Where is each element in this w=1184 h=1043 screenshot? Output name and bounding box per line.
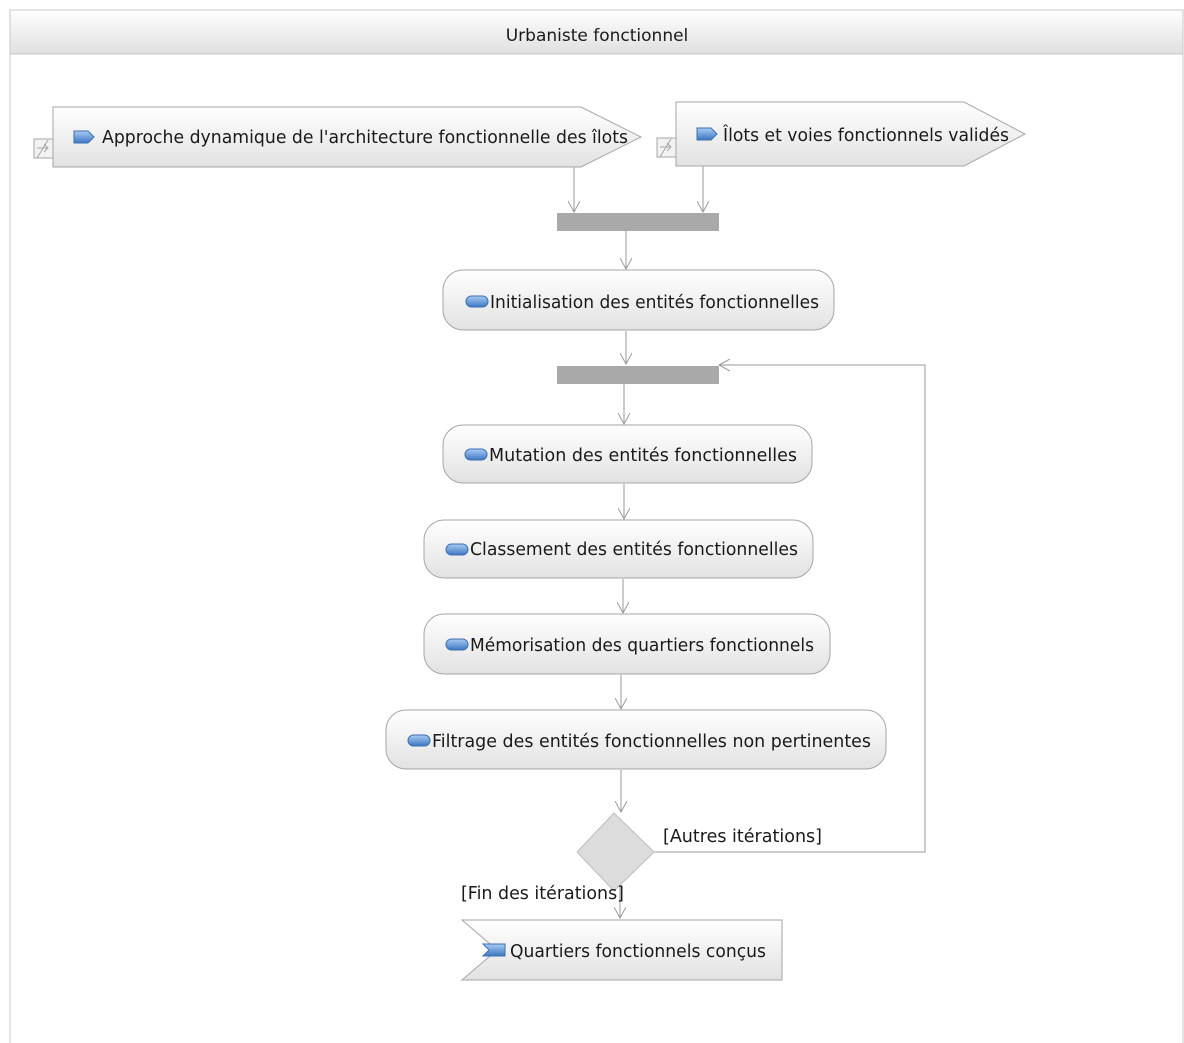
input-label: Approche dynamique de l'architecture fon…	[102, 128, 628, 148]
merge-bar[interactable]	[557, 366, 719, 384]
action-filtrage[interactable]: Filtrage des entités fonctionnelles non …	[385, 709, 887, 770]
join-bar[interactable]	[557, 213, 719, 231]
action-icon	[407, 734, 431, 747]
pin-icon	[33, 138, 54, 159]
input-ilots-valides[interactable]: Îlots et voies fonctionnels validés	[656, 101, 1027, 167]
swimlane-title: Urbaniste fonctionnel	[506, 26, 689, 46]
guard-exit-label: [Fin des itérations]	[461, 884, 624, 904]
action-memorisation[interactable]: Mémorisation des quartiers fonctionnels	[423, 613, 831, 675]
input-approche-dynamique[interactable]: Approche dynamique de l'architecture fon…	[33, 106, 643, 168]
action-icon	[464, 448, 488, 461]
action-initialisation[interactable]: Initialisation des entités fonctionnelle…	[442, 269, 835, 331]
action-label: Mémorisation des quartiers fonctionnels	[470, 636, 814, 656]
action-label: Classement des entités fonctionnelles	[470, 540, 798, 560]
action-icon	[445, 638, 469, 651]
output-quartiers-concus[interactable]: Quartiers fonctionnels conçus	[460, 919, 783, 981]
guard-loop-label: [Autres itérations]	[663, 827, 822, 847]
activity-diagram: Urbaniste fonctionnel Approche dynamique…	[9, 9, 1184, 1043]
action-icon	[465, 295, 489, 308]
action-label: Initialisation des entités fonctionnelle…	[490, 293, 819, 313]
pin-icon	[656, 137, 677, 158]
action-classement[interactable]: Classement des entités fonctionnelles	[423, 519, 814, 579]
input-label: Îlots et voies fonctionnels validés	[722, 124, 1009, 146]
action-icon	[445, 543, 469, 556]
action-label: Filtrage des entités fonctionnelles non …	[432, 732, 871, 752]
output-label: Quartiers fonctionnels conçus	[510, 942, 766, 962]
action-mutation[interactable]: Mutation des entités fonctionnelles	[442, 424, 813, 484]
action-label: Mutation des entités fonctionnelles	[489, 446, 797, 466]
